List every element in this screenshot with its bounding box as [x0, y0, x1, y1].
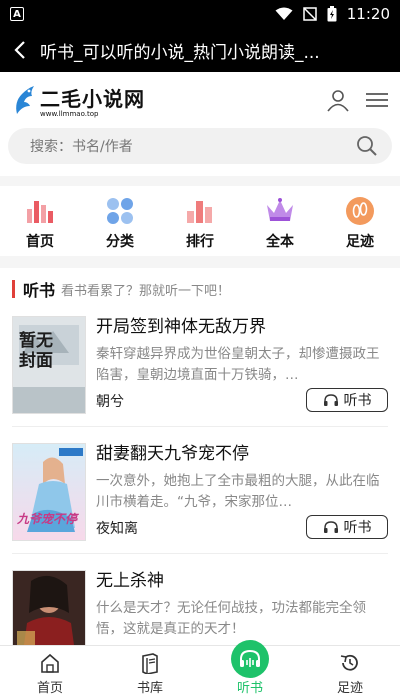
wifi-icon: [275, 7, 293, 20]
section-title: 听书: [23, 281, 56, 300]
book-cover[interactable]: 暂无封面: [12, 316, 86, 414]
book-description: 一次意外，她抱上了全市最粗的大腿，从此在临川市横着走。“九爷，宋家那位…: [96, 473, 380, 510]
book-item[interactable]: 九爷宠不停 甜妻翻天九爷宠不停 一次意外，她抱上了全市最粗的大腿，从此在临川市横…: [0, 427, 400, 551]
active-tab-badge: [231, 640, 269, 678]
nav-label: 排行: [186, 234, 214, 250]
fish-logo-icon: [16, 86, 34, 114]
search-input[interactable]: 搜索：书名/作者: [8, 128, 392, 164]
history-icon: [340, 654, 358, 671]
status-time: 11:20: [346, 5, 390, 23]
tab-label: 足迹: [336, 681, 363, 696]
tab-label: 书库: [136, 681, 163, 696]
tab-library[interactable]: 书库: [100, 646, 200, 700]
nav-label: 首页: [26, 234, 54, 250]
tab-history[interactable]: 足迹: [300, 646, 400, 700]
listen-button[interactable]: 听书: [306, 515, 388, 539]
headphones-icon: [323, 394, 338, 406]
tab-label: 首页: [36, 681, 63, 696]
home-icon: [41, 653, 59, 673]
headphones-icon: [323, 521, 338, 533]
listen-label: 听书: [343, 393, 372, 409]
book-item[interactable]: 无上杀神 什么是天才？无论任何战技，功法都能完全领悟，这就是真正的天才！: [0, 554, 400, 645]
tab-label: 听书: [236, 681, 263, 696]
search-icon[interactable]: [356, 135, 378, 157]
nav-home[interactable]: 首页: [10, 196, 70, 251]
nav-label: 分类: [106, 234, 134, 250]
nav-complete[interactable]: 全本: [250, 196, 310, 251]
logo-url: www.llmmao.top: [40, 109, 99, 118]
notification-icon: A: [10, 7, 24, 21]
listen-label: 听书: [343, 520, 372, 536]
section-subtitle: 看书看累了？那就听一下吧！: [61, 283, 231, 299]
headphones-icon: [240, 649, 260, 667]
web-page: 二毛小说网 www.llmmao.top 搜索：书名/作者 首页 分类 排行 全…: [0, 72, 400, 645]
book-author: 朝兮: [96, 394, 124, 410]
book-description: 秦轩穿越异界成为世俗皇朝太子，却惨遭摄政王陷害，皇朝边境直面十万铁骑，…: [96, 346, 380, 383]
section-header: 听书 看书看累了？那就听一下吧！: [0, 278, 400, 300]
book-item[interactable]: 暂无封面 开局签到神体无敌万界 秦轩穿越异界成为世俗皇朝太子，却惨遭摄政王陷害，…: [0, 300, 400, 424]
cover-illustration: [13, 571, 85, 645]
nav-label: 全本: [266, 234, 294, 250]
book-description: 什么是天才？无论任何战技，功法都能完全领悟，这就是真正的天才！: [96, 600, 366, 637]
nav-footprint[interactable]: 足迹: [330, 196, 390, 251]
nav-ranking[interactable]: 排行: [170, 196, 230, 251]
nav-category[interactable]: 分类: [90, 196, 150, 251]
tab-home[interactable]: 首页: [0, 646, 100, 700]
grid-dots-icon: [107, 198, 133, 224]
ranking-bars-icon: [187, 201, 212, 223]
footprint-icon: [346, 197, 374, 225]
cover-text: 暂无封面: [19, 331, 53, 371]
book-author: 夜知离: [96, 521, 138, 537]
nav-label: 足迹: [346, 234, 374, 250]
battery-charging-icon: [327, 6, 337, 22]
quick-nav: 首页 分类 排行 全本 足迹: [0, 186, 400, 256]
bottom-nav: 首页 书库 听书 足迹: [0, 640, 400, 700]
status-bar: A 11:20: [0, 0, 400, 28]
crown-icon: [267, 198, 293, 221]
page-title: 听书_可以听的小说_热门小说朗读_...: [40, 42, 320, 63]
section-accent-bar: [12, 280, 15, 298]
book-title[interactable]: 甜妻翻天九爷宠不停: [96, 443, 388, 465]
app-bar: 听书_可以听的小说_热门小说朗读_...: [0, 28, 400, 72]
site-header: 二毛小说网 www.llmmao.top: [0, 72, 400, 128]
listen-button[interactable]: 听书: [306, 388, 388, 412]
user-icon[interactable]: [326, 88, 350, 112]
no-signal-icon: [303, 7, 317, 21]
menu-icon[interactable]: [366, 92, 388, 108]
search-placeholder: 搜索：书名/作者: [30, 139, 133, 155]
tab-audiobook[interactable]: 听书: [200, 640, 300, 700]
book-cover[interactable]: [12, 570, 86, 645]
book-icon: [142, 653, 158, 674]
logo-text: 二毛小说网: [40, 86, 145, 111]
listen-section: 听书 看书看累了？那就听一下吧！ 暂无封面 开局签到神体无敌万界 秦轩穿越异界成…: [0, 268, 400, 645]
back-button[interactable]: [0, 28, 40, 72]
bar-chart-icon: [27, 201, 53, 223]
book-cover[interactable]: 九爷宠不停: [12, 443, 86, 541]
back-arrow-icon: [14, 41, 25, 59]
book-title[interactable]: 开局签到神体无敌万界: [96, 316, 388, 338]
book-title[interactable]: 无上杀神: [96, 570, 388, 592]
cover-text: 九爷宠不停: [17, 512, 78, 526]
site-logo[interactable]: 二毛小说网 www.llmmao.top: [12, 83, 145, 118]
